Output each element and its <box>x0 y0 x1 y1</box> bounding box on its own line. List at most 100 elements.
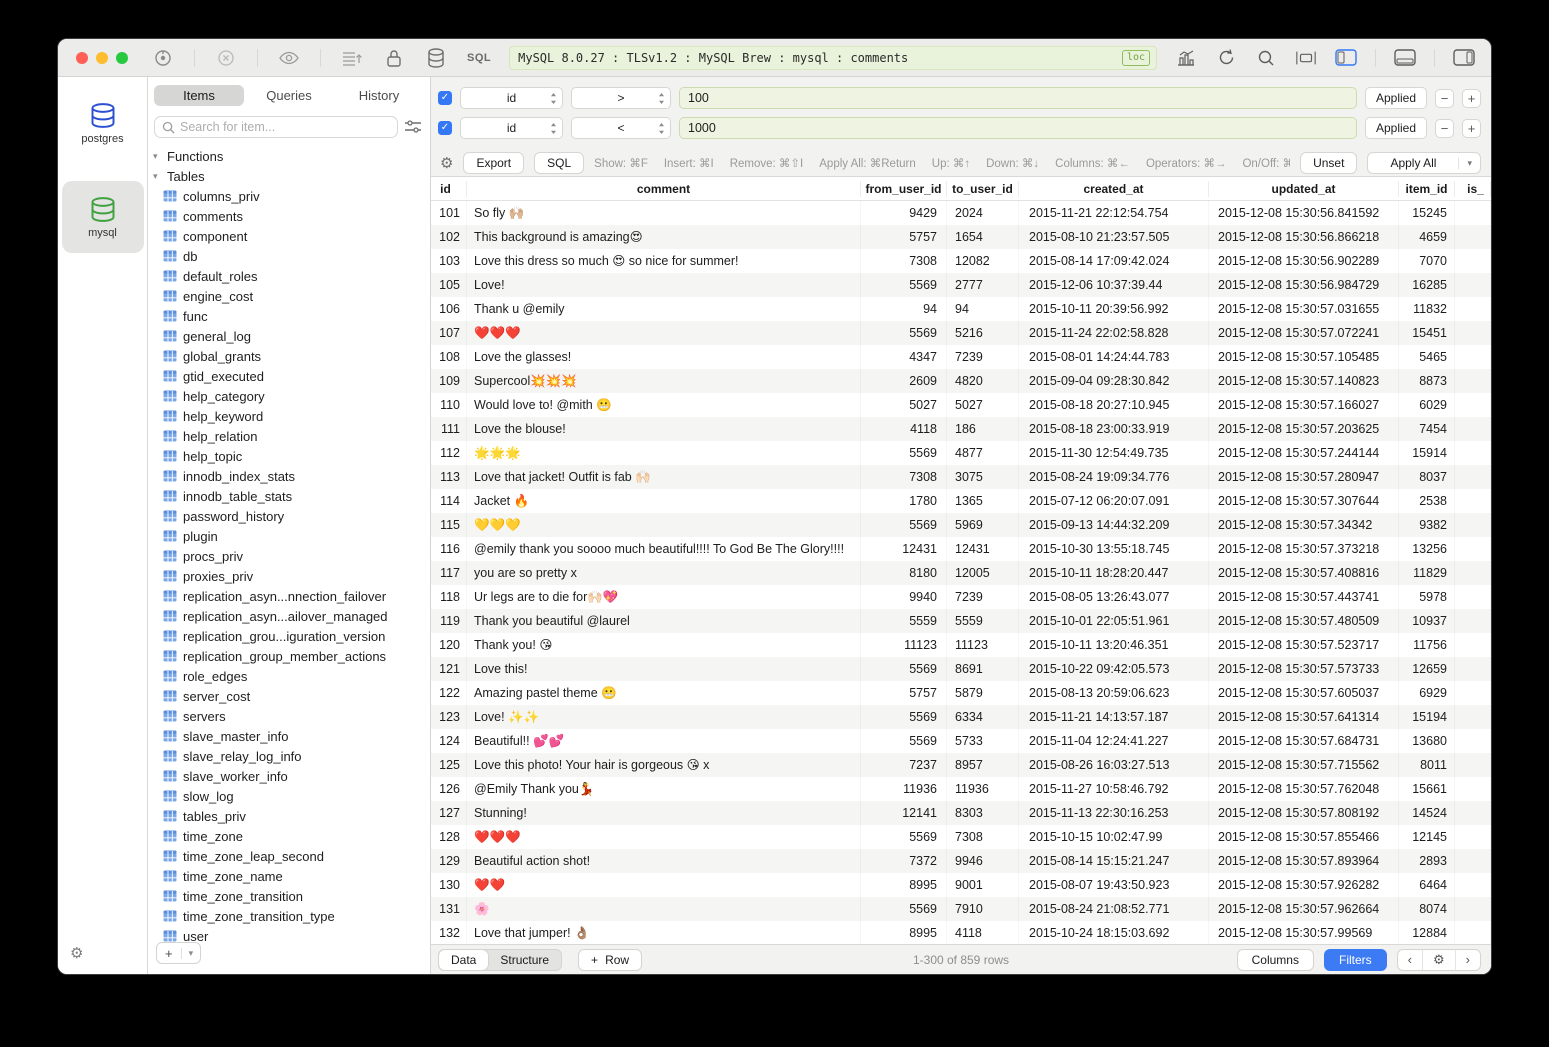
cell-id[interactable]: 105 <box>431 273 467 297</box>
filters-button[interactable]: Filters <box>1324 949 1387 971</box>
table-row[interactable]: 112 🌟🌟🌟 5569 4877 2015-11-30 12:54:49.73… <box>431 441 1491 465</box>
cell-comment[interactable]: Love the glasses! <box>467 345 861 369</box>
cell-created-at[interactable]: 2015-10-15 10:02:47.99 <box>1019 825 1209 849</box>
cell-to-user-id[interactable]: 1654 <box>947 225 1019 249</box>
cell-to-user-id[interactable]: 6334 <box>947 705 1019 729</box>
export-button[interactable]: Export <box>463 152 524 174</box>
cell-is[interactable] <box>1455 297 1491 321</box>
cell-updated-at[interactable]: 2015-12-08 15:30:57.641314 <box>1209 705 1399 729</box>
sidebar-table-item[interactable]: time_zone_transition_type <box>148 906 430 926</box>
cell-id[interactable]: 132 <box>431 921 467 944</box>
table-row[interactable]: 121 Love this! 5569 8691 2015-10-22 09:4… <box>431 657 1491 681</box>
cell-item-id[interactable]: 5465 <box>1399 345 1455 369</box>
filter-applied-button[interactable]: Applied <box>1365 87 1427 109</box>
cell-is[interactable] <box>1455 369 1491 393</box>
cell-to-user-id[interactable]: 12005 <box>947 561 1019 585</box>
sidebar-table-item[interactable]: columns_priv <box>148 186 430 206</box>
sidebar-table-item[interactable]: role_edges <box>148 666 430 686</box>
filter-settings-gear-icon[interactable]: ⚙ <box>440 154 453 172</box>
cell-to-user-id[interactable]: 11936 <box>947 777 1019 801</box>
cell-to-user-id[interactable]: 12431 <box>947 537 1019 561</box>
apply-all-button[interactable]: Apply All ▾ <box>1367 152 1481 174</box>
table-row[interactable]: 117 you are so pretty x 8180 12005 2015-… <box>431 561 1491 585</box>
cell-is[interactable] <box>1455 321 1491 345</box>
table-row[interactable]: 126 @Emily Thank you💃 11936 11936 2015-1… <box>431 777 1491 801</box>
cell-from-user-id[interactable]: 5569 <box>861 321 947 345</box>
cell-to-user-id[interactable]: 7239 <box>947 345 1019 369</box>
search-input[interactable]: Search for item... <box>154 116 398 138</box>
cell-id[interactable]: 122 <box>431 681 467 705</box>
filter-column-select[interactable]: id <box>460 117 563 139</box>
cell-updated-at[interactable]: 2015-12-08 15:30:57.443741 <box>1209 585 1399 609</box>
sidebar-table-item[interactable]: default_roles <box>148 266 430 286</box>
cell-id[interactable]: 117 <box>431 561 467 585</box>
sidebar-table-item[interactable]: comments <box>148 206 430 226</box>
cell-id[interactable]: 112 <box>431 441 467 465</box>
cell-item-id[interactable]: 15194 <box>1399 705 1455 729</box>
cell-created-at[interactable]: 2015-10-30 13:55:18.745 <box>1019 537 1209 561</box>
cell-updated-at[interactable]: 2015-12-08 15:30:57.684731 <box>1209 729 1399 753</box>
cell-created-at[interactable]: 2015-11-21 22:12:54.754 <box>1019 201 1209 225</box>
cell-item-id[interactable]: 16285 <box>1399 273 1455 297</box>
cell-id[interactable]: 130 <box>431 873 467 897</box>
cell-from-user-id[interactable]: 5569 <box>861 729 947 753</box>
cell-comment[interactable]: Jacket 🔥 <box>467 489 861 513</box>
column-header-created-at[interactable]: created_at <box>1019 181 1209 197</box>
cell-is[interactable] <box>1455 465 1491 489</box>
sidebar-table-item[interactable]: func <box>148 306 430 326</box>
filter-checkbox[interactable]: ✓ <box>438 91 452 105</box>
cell-created-at[interactable]: 2015-08-24 19:09:34.776 <box>1019 465 1209 489</box>
cell-is[interactable] <box>1455 729 1491 753</box>
sidebar-table-item[interactable]: help_category <box>148 386 430 406</box>
cell-id[interactable]: 131 <box>431 897 467 921</box>
cell-is[interactable] <box>1455 657 1491 681</box>
cell-is[interactable] <box>1455 441 1491 465</box>
cell-created-at[interactable]: 2015-08-01 14:24:44.783 <box>1019 345 1209 369</box>
cell-comment[interactable]: you are so pretty x <box>467 561 861 585</box>
cell-from-user-id[interactable]: 5559 <box>861 609 947 633</box>
sidebar-table-item[interactable]: innodb_table_stats <box>148 486 430 506</box>
sidebar-table-item[interactable]: help_keyword <box>148 406 430 426</box>
cell-is[interactable] <box>1455 585 1491 609</box>
cell-comment[interactable]: Ur legs are to die for🙌🏻💖 <box>467 585 861 609</box>
sidebar-table-item[interactable]: procs_priv <box>148 546 430 566</box>
table-row[interactable]: 119 Thank you beautiful @laurel 5559 555… <box>431 609 1491 633</box>
cell-from-user-id[interactable]: 94 <box>861 297 947 321</box>
cell-updated-at[interactable]: 2015-12-08 15:30:57.480509 <box>1209 609 1399 633</box>
tree-group-tables[interactable]: ▾ Tables <box>148 166 430 186</box>
cell-updated-at[interactable]: 2015-12-08 15:30:56.902289 <box>1209 249 1399 273</box>
cell-id[interactable]: 108 <box>431 345 467 369</box>
cell-comment[interactable]: Stunning! <box>467 801 861 825</box>
table-row[interactable]: 130 ❤️❤️ 8995 9001 2015-08-07 19:43:50.9… <box>431 873 1491 897</box>
cell-is[interactable] <box>1455 393 1491 417</box>
settings-gear-icon[interactable]: ⚙ <box>70 944 83 962</box>
cell-created-at[interactable]: 2015-11-21 14:13:57.187 <box>1019 705 1209 729</box>
table-row[interactable]: 113 Love that jacket! Outfit is fab 🙌🏻 7… <box>431 465 1491 489</box>
cell-created-at[interactable]: 2015-08-05 13:26:43.077 <box>1019 585 1209 609</box>
cell-is[interactable] <box>1455 849 1491 873</box>
table-row[interactable]: 101 So fly 🙌🏼 9429 2024 2015-11-21 22:12… <box>431 201 1491 225</box>
cell-is[interactable] <box>1455 825 1491 849</box>
sql-editor-icon[interactable]: SQL <box>467 52 491 64</box>
cell-id[interactable]: 114 <box>431 489 467 513</box>
cell-updated-at[interactable]: 2015-12-08 15:30:57.031655 <box>1209 297 1399 321</box>
cell-is[interactable] <box>1455 201 1491 225</box>
cell-from-user-id[interactable]: 8995 <box>861 921 947 944</box>
sidebar-table-item[interactable]: component <box>148 226 430 246</box>
column-header-from-user-id[interactable]: from_user_id <box>861 181 947 197</box>
column-header-is[interactable]: is_ <box>1455 181 1491 197</box>
cell-to-user-id[interactable]: 2777 <box>947 273 1019 297</box>
cell-id[interactable]: 121 <box>431 657 467 681</box>
cell-comment[interactable]: Love that jumper! 👌🏽 <box>467 921 861 944</box>
next-page-icon[interactable]: › <box>1455 950 1480 970</box>
column-header-to-user-id[interactable]: to_user_id <box>947 181 1019 197</box>
column-header-comment[interactable]: comment <box>467 181 861 197</box>
cell-created-at[interactable]: 2015-07-12 06:20:07.091 <box>1019 489 1209 513</box>
cell-to-user-id[interactable]: 7910 <box>947 897 1019 921</box>
cell-item-id[interactable]: 2538 <box>1399 489 1455 513</box>
cell-item-id[interactable]: 12145 <box>1399 825 1455 849</box>
cell-item-id[interactable]: 12884 <box>1399 921 1455 944</box>
cell-to-user-id[interactable]: 5559 <box>947 609 1019 633</box>
cell-created-at[interactable]: 2015-10-01 22:05:51.961 <box>1019 609 1209 633</box>
cell-id[interactable]: 124 <box>431 729 467 753</box>
